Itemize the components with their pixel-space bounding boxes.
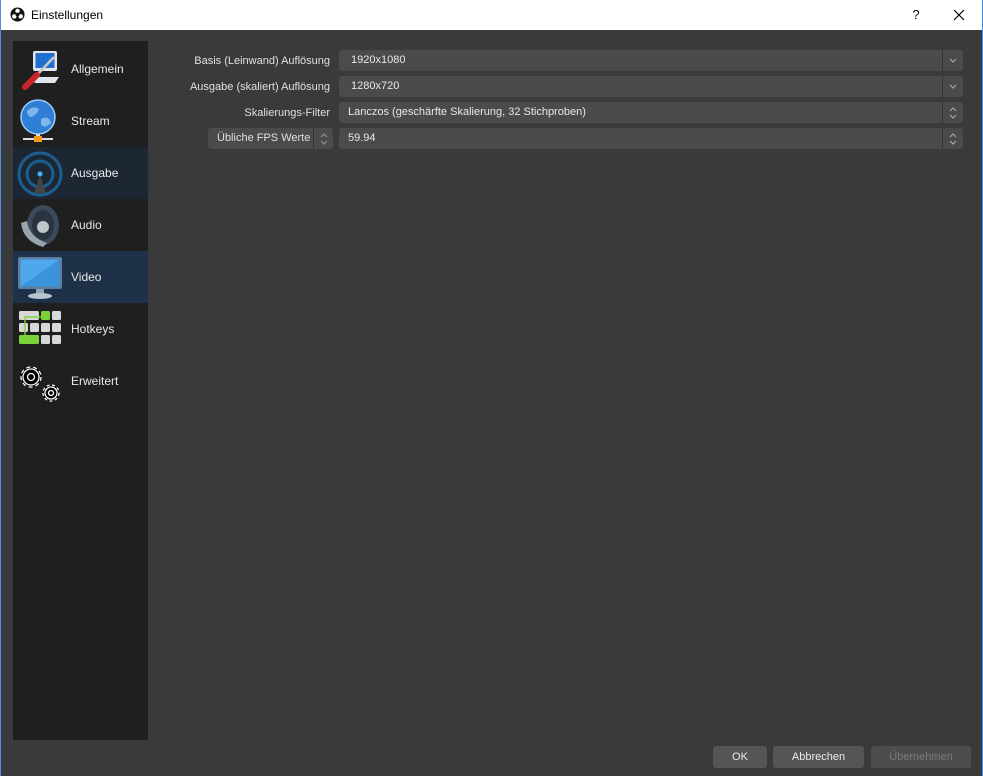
sidebar-item-label: Hotkeys	[71, 322, 115, 336]
downscale-filter-combobox[interactable]: Lanczos (geschärfte Skalierung, 32 Stich…	[339, 102, 963, 123]
general-settings-icon	[22, 51, 59, 90]
sidebar-item-video[interactable]: Video	[13, 251, 148, 303]
sidebar-item-hotkeys[interactable]: Hotkeys	[13, 303, 148, 355]
base-resolution-label: Basis (Leinwand) Auflösung	[194, 55, 330, 67]
help-button[interactable]: ?	[906, 5, 926, 25]
hotkeys-keyboard-icon	[19, 311, 61, 344]
downscale-filter-dropdown-button[interactable]	[942, 102, 963, 123]
cancel-button[interactable]: Abbrechen	[773, 746, 864, 768]
sidebar-item-label: Ausgabe	[71, 166, 119, 180]
fps-type-value: Übliche FPS Werte	[217, 132, 311, 144]
ok-button[interactable]: OK	[713, 746, 767, 768]
output-resolution-value: 1280x720	[351, 80, 400, 92]
sidebar-item-label: Stream	[71, 114, 110, 128]
title-bar: Einstellungen ?	[1, 0, 982, 30]
sidebar-item-label: Erweitert	[71, 374, 119, 388]
stream-globe-icon	[20, 99, 56, 142]
settings-sidebar: Allgemein Stream Ausgabe Audio Video Hot…	[13, 41, 148, 740]
fps-value-dropdown-button[interactable]	[942, 128, 963, 149]
output-resolution-dropdown-button[interactable]	[942, 76, 963, 97]
output-resolution-combobox[interactable]: 1280x720	[339, 76, 963, 97]
close-icon[interactable]	[949, 5, 969, 25]
updown-arrows-icon	[949, 107, 957, 119]
chevron-down-icon	[949, 58, 957, 63]
chevron-down-icon	[949, 84, 957, 89]
updown-arrows-icon	[320, 133, 328, 145]
fps-value-combobox[interactable]: 59.94	[339, 128, 963, 149]
output-antenna-icon	[17, 151, 63, 197]
sidebar-item-erweitert[interactable]: Erweitert	[13, 355, 148, 407]
obs-logo-icon	[10, 7, 25, 22]
settings-window: Einstellungen ? Allgemein Stream Ausgabe…	[0, 0, 983, 776]
sidebar-item-ausgabe[interactable]: Ausgabe	[13, 147, 148, 199]
fps-type-combobox[interactable]: Übliche FPS Werte	[208, 128, 333, 149]
sidebar-item-audio[interactable]: Audio	[13, 199, 148, 251]
fps-value: 59.94	[348, 132, 376, 144]
sidebar-item-label: Allgemein	[71, 62, 124, 76]
sidebar-item-allgemein[interactable]: Allgemein	[13, 43, 148, 95]
base-resolution-combobox[interactable]: 1920x1080	[339, 50, 963, 71]
apply-button[interactable]: Übernehmen	[871, 746, 971, 768]
sidebar-item-label: Video	[71, 270, 102, 284]
sidebar-item-label: Audio	[71, 218, 102, 232]
audio-speaker-icon	[21, 205, 59, 247]
downscale-filter-label: Skalierungs-Filter	[244, 107, 330, 119]
downscale-filter-value: Lanczos (geschärfte Skalierung, 32 Stich…	[348, 106, 586, 118]
base-resolution-dropdown-button[interactable]	[942, 50, 963, 71]
output-resolution-label: Ausgabe (skaliert) Auflösung	[189, 81, 330, 93]
updown-arrows-icon	[949, 133, 957, 145]
fps-type-dropdown-button[interactable]	[313, 128, 333, 149]
window-title: Einstellungen	[31, 8, 104, 22]
video-monitor-icon	[18, 257, 62, 299]
advanced-gears-icon	[20, 366, 60, 402]
base-resolution-value: 1920x1080	[351, 54, 406, 66]
sidebar-item-stream[interactable]: Stream	[13, 95, 148, 147]
